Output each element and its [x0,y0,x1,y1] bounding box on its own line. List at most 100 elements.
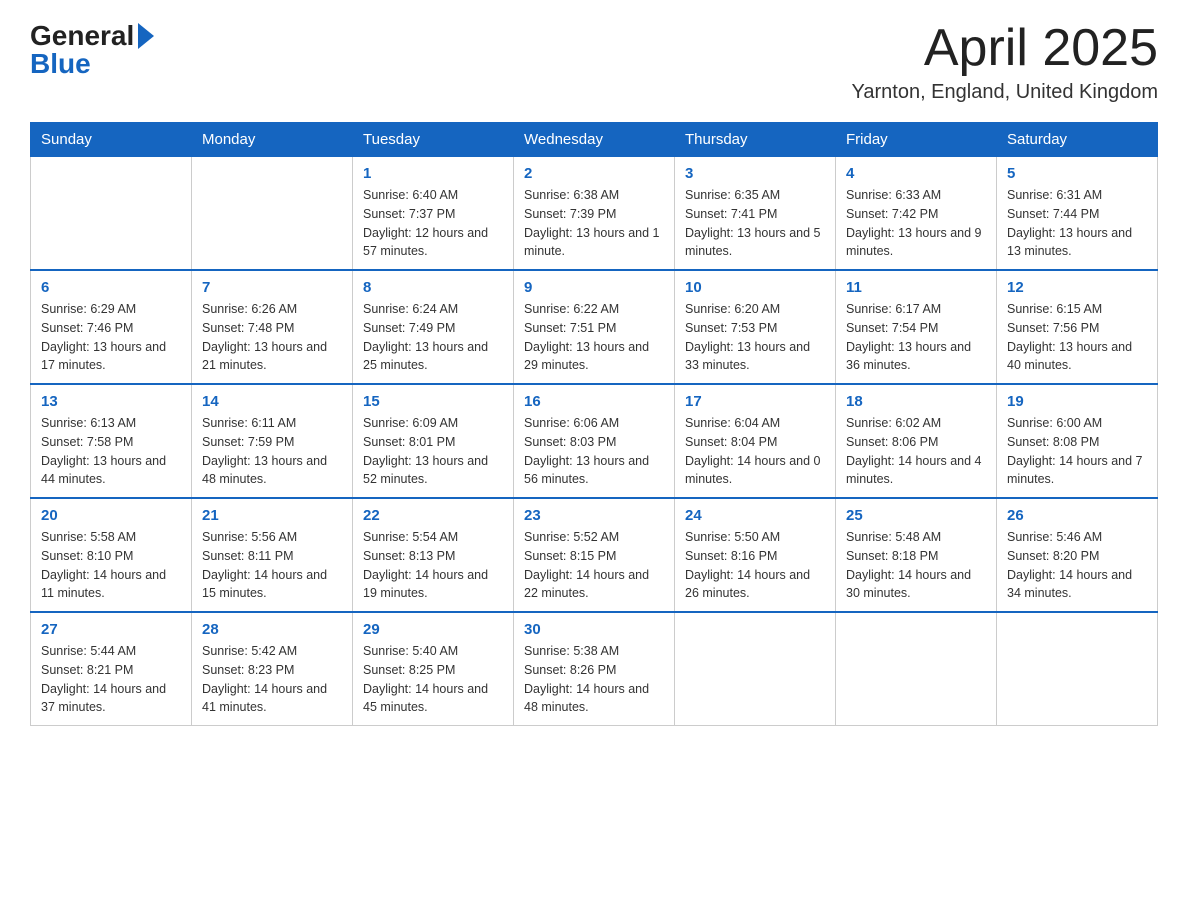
day-number: 17 [685,393,825,410]
calendar-cell: 29 Sunrise: 5:40 AMSunset: 8:25 PMDayligh… [353,612,514,726]
day-info: Sunrise: 5:44 AMSunset: 8:21 PMDaylight:… [41,642,181,717]
day-number: 2 [524,165,664,182]
day-info: Sunrise: 6:11 AMSunset: 7:59 PMDaylight:… [202,414,342,489]
day-number: 19 [1007,393,1147,410]
calendar-cell: 5 Sunrise: 6:31 AMSunset: 7:44 PMDaylight… [997,157,1158,271]
calendar-week-row: 13Sunrise: 6:13 AMSunset: 7:58 PMDayligh… [31,384,1158,498]
day-info: Sunrise: 5:58 AMSunset: 8:10 PMDaylight:… [41,528,181,603]
calendar-cell: 15 Sunrise: 6:09 AMSunset: 8:01 PMDayligh… [353,384,514,498]
day-number: 15 [363,393,503,410]
calendar-cell: 12Sunrise: 6:15 AMSunset: 7:56 PMDayligh… [997,270,1158,384]
day-info: Sunrise: 5:56 AMSunset: 8:11 PMDaylight:… [202,528,342,603]
calendar-cell [192,157,353,271]
day-info: Sunrise: 6:22 AMSunset: 7:51 PMDaylight:… [524,300,664,375]
day-number: 7 [202,279,342,296]
day-info: Sunrise: 5:54 AMSunset: 8:13 PMDaylight:… [363,528,503,603]
day-number: 18 [846,393,986,410]
day-info: Sunrise: 6:17 AMSunset: 7:54 PMDaylight:… [846,300,986,375]
calendar-cell: 11Sunrise: 6:17 AMSunset: 7:54 PMDayligh… [836,270,997,384]
day-number: 10 [685,279,825,296]
day-info: Sunrise: 5:42 AMSunset: 8:23 PMDaylight:… [202,642,342,717]
day-info: Sunrise: 6:33 AMSunset: 7:42 PMDaylight:… [846,186,986,261]
day-info: Sunrise: 6:00 AMSunset: 8:08 PMDaylight:… [1007,414,1147,489]
weekday-header-row: SundayMondayTuesdayWednesdayThursdayFrid… [31,123,1158,157]
day-number: 9 [524,279,664,296]
day-info: Sunrise: 6:40 AMSunset: 7:37 PMDaylight:… [363,186,503,261]
calendar-cell: 18 Sunrise: 6:02 AMSunset: 8:06 PMDayligh… [836,384,997,498]
calendar-cell: 8Sunrise: 6:24 AMSunset: 7:49 PMDaylight… [353,270,514,384]
day-info: Sunrise: 5:46 AMSunset: 8:20 PMDaylight:… [1007,528,1147,603]
day-number: 29 [363,621,503,638]
day-number: 30 [524,621,664,638]
day-info: Sunrise: 5:52 AMSunset: 8:15 PMDaylight:… [524,528,664,603]
day-number: 22 [363,507,503,524]
weekday-header-tuesday: Tuesday [353,123,514,157]
day-info: Sunrise: 6:09 AMSunset: 8:01 PMDaylight:… [363,414,503,489]
calendar-cell: 14 Sunrise: 6:11 AMSunset: 7:59 PMDayligh… [192,384,353,498]
day-number: 21 [202,507,342,524]
calendar-cell: 20 Sunrise: 5:58 AMSunset: 8:10 PMDayligh… [31,498,192,612]
weekday-header-wednesday: Wednesday [514,123,675,157]
calendar-cell: 30Sunrise: 5:38 AMSunset: 8:26 PMDayligh… [514,612,675,726]
day-info: Sunrise: 5:50 AMSunset: 8:16 PMDaylight:… [685,528,825,603]
day-number: 20 [41,507,181,524]
calendar-cell: 21 Sunrise: 5:56 AMSunset: 8:11 PMDayligh… [192,498,353,612]
weekday-header-saturday: Saturday [997,123,1158,157]
day-info: Sunrise: 6:26 AMSunset: 7:48 PMDaylight:… [202,300,342,375]
logo-blue-text: Blue [30,48,91,80]
day-info: Sunrise: 6:31 AMSunset: 7:44 PMDaylight:… [1007,186,1147,261]
calendar-week-row: 1Sunrise: 6:40 AMSunset: 7:37 PMDaylight… [31,157,1158,271]
calendar-cell: 24 Sunrise: 5:50 AMSunset: 8:16 PMDayligh… [675,498,836,612]
calendar-cell [836,612,997,726]
calendar-cell: 9 Sunrise: 6:22 AMSunset: 7:51 PMDaylight… [514,270,675,384]
calendar-cell [31,157,192,271]
calendar-cell: 27 Sunrise: 5:44 AMSunset: 8:21 PMDayligh… [31,612,192,726]
day-number: 16 [524,393,664,410]
title-section: April 2025 Yarnton, England, United King… [852,20,1159,104]
day-number: 26 [1007,507,1147,524]
calendar-cell: 22 Sunrise: 5:54 AMSunset: 8:13 PMDayligh… [353,498,514,612]
day-number: 25 [846,507,986,524]
day-info: Sunrise: 6:06 AMSunset: 8:03 PMDaylight:… [524,414,664,489]
logo-triangle-icon [136,21,156,51]
day-number: 6 [41,279,181,296]
weekday-header-thursday: Thursday [675,123,836,157]
calendar-cell: 16 Sunrise: 6:06 AMSunset: 8:03 PMDayligh… [514,384,675,498]
location-label: Yarnton, England, United Kingdom [852,81,1159,104]
calendar-week-row: 6 Sunrise: 6:29 AMSunset: 7:46 PMDaylight… [31,270,1158,384]
day-info: Sunrise: 6:20 AMSunset: 7:53 PMDaylight:… [685,300,825,375]
calendar-cell [997,612,1158,726]
weekday-header-friday: Friday [836,123,997,157]
day-number: 4 [846,165,986,182]
day-number: 28 [202,621,342,638]
calendar-cell: 19 Sunrise: 6:00 AMSunset: 8:08 PMDayligh… [997,384,1158,498]
day-number: 27 [41,621,181,638]
logo: General Blue [30,20,156,80]
calendar-cell: 26 Sunrise: 5:46 AMSunset: 8:20 PMDayligh… [997,498,1158,612]
calendar-cell: 1Sunrise: 6:40 AMSunset: 7:37 PMDaylight… [353,157,514,271]
calendar-cell: 10 Sunrise: 6:20 AMSunset: 7:53 PMDayligh… [675,270,836,384]
calendar-cell: 13Sunrise: 6:13 AMSunset: 7:58 PMDayligh… [31,384,192,498]
day-info: Sunrise: 6:24 AMSunset: 7:49 PMDaylight:… [363,300,503,375]
day-number: 23 [524,507,664,524]
day-info: Sunrise: 6:02 AMSunset: 8:06 PMDaylight:… [846,414,986,489]
day-number: 24 [685,507,825,524]
day-info: Sunrise: 6:29 AMSunset: 7:46 PMDaylight:… [41,300,181,375]
day-info: Sunrise: 6:38 AMSunset: 7:39 PMDaylight:… [524,186,664,261]
day-number: 5 [1007,165,1147,182]
day-info: Sunrise: 5:48 AMSunset: 8:18 PMDaylight:… [846,528,986,603]
calendar-cell: 3Sunrise: 6:35 AMSunset: 7:41 PMDaylight… [675,157,836,271]
day-info: Sunrise: 5:40 AMSunset: 8:25 PMDaylight:… [363,642,503,717]
calendar-week-row: 20 Sunrise: 5:58 AMSunset: 8:10 PMDayligh… [31,498,1158,612]
page-header: General Blue April 2025 Yarnton, England… [30,20,1158,104]
day-info: Sunrise: 6:04 AMSunset: 8:04 PMDaylight:… [685,414,825,489]
month-title: April 2025 [852,20,1159,77]
day-number: 13 [41,393,181,410]
day-number: 3 [685,165,825,182]
calendar-cell: 6 Sunrise: 6:29 AMSunset: 7:46 PMDaylight… [31,270,192,384]
calendar-cell: 23 Sunrise: 5:52 AMSunset: 8:15 PMDayligh… [514,498,675,612]
day-number: 14 [202,393,342,410]
calendar-header: SundayMondayTuesdayWednesdayThursdayFrid… [31,123,1158,157]
calendar-cell: 25 Sunrise: 5:48 AMSunset: 8:18 PMDayligh… [836,498,997,612]
calendar-week-row: 27 Sunrise: 5:44 AMSunset: 8:21 PMDayligh… [31,612,1158,726]
